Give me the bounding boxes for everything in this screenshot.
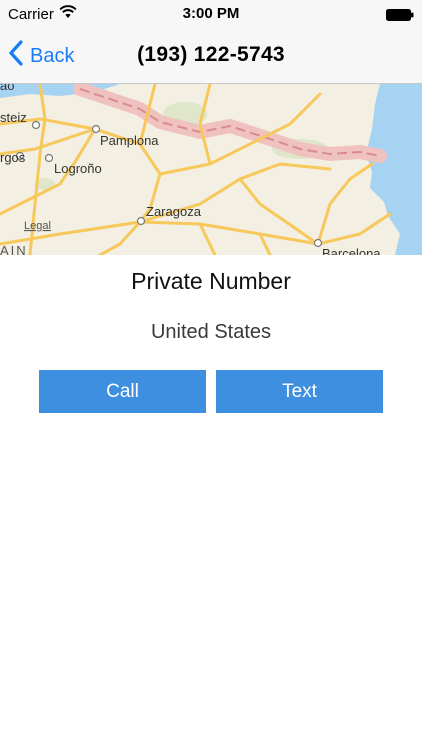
map-label-logrono: Logroño — [54, 161, 102, 176]
status-bar: Carrier 3:00 PM — [0, 0, 422, 30]
text-button[interactable]: Text — [216, 370, 383, 413]
text-button-label: Text — [282, 380, 317, 402]
map-label-zaragoza: Zaragoza — [146, 204, 202, 219]
map-view[interactable]: Pamplona Logroño Zaragoza Barcelona stei… — [0, 84, 422, 255]
map-label-ain: AIN — [0, 243, 28, 255]
call-button[interactable]: Call — [39, 370, 206, 413]
navigation-bar: Back (193) 122-5743 — [0, 30, 422, 84]
call-button-label: Call — [106, 380, 139, 402]
map-label-ao: ao — [0, 84, 14, 93]
map-label-rgos: rgos — [0, 150, 26, 165]
screen: Carrier 3:00 PM Back (193) 122-5743 Pamp… — [0, 0, 422, 750]
status-time: 3:00 PM — [182, 5, 240, 22]
map-label-pamplona: Pamplona — [100, 133, 159, 148]
map-label-steiz: steiz — [0, 110, 27, 125]
map-legal-link[interactable]: Legal — [24, 220, 51, 232]
contact-country: United States — [150, 321, 272, 343]
battery-icon — [386, 8, 414, 21]
page-title: (193) 122-5743 — [137, 43, 285, 66]
map-label-barcelona: Barcelona — [322, 246, 381, 255]
contact-name: Private Number — [131, 268, 291, 294]
